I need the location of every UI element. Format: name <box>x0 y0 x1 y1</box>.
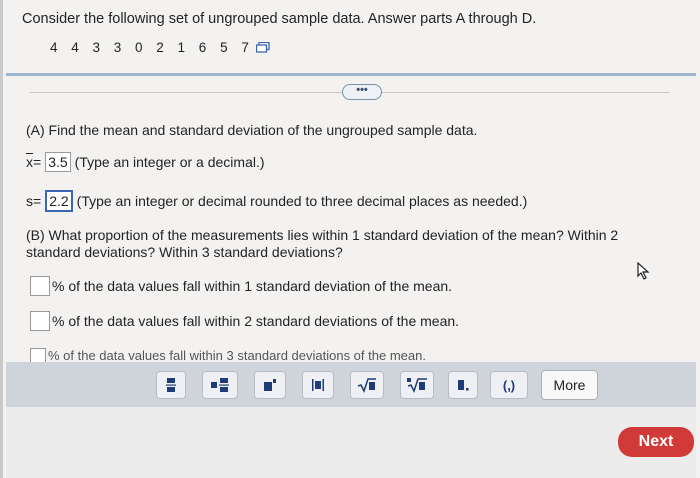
part-a-heading: (A) Find the mean and standard deviation… <box>26 122 478 138</box>
sd-answer-field[interactable]: 2.2 <box>45 190 73 212</box>
within-1sd-row: % of the data values fall within 1 stand… <box>30 276 452 296</box>
mean-equals: = <box>33 154 42 170</box>
within-3sd-row: % of the data values fall within 3 stand… <box>30 348 450 362</box>
copy-icon[interactable] <box>255 42 270 53</box>
sqrt-icon[interactable] <box>350 371 384 399</box>
mean-symbol: x <box>26 154 33 170</box>
next-button[interactable]: Next <box>618 427 694 457</box>
sd-hint: (Type an integer or decimal rounded to t… <box>76 193 528 209</box>
within-1sd-answer-field[interactable] <box>30 276 50 296</box>
sd-symbol: s <box>26 193 33 209</box>
dataset: 4 4 3 3 0 2 1 6 5 7 <box>50 40 270 55</box>
mean-hint: (Type an integer or a decimal.) <box>74 154 265 170</box>
more-button[interactable]: More <box>541 370 598 400</box>
within-2sd-label: % of the data values fall within 2 stand… <box>52 313 460 329</box>
interval-icon[interactable]: (,) <box>490 371 528 399</box>
sd-row: s = 2.2 (Type an integer or decimal roun… <box>26 190 527 212</box>
section-divider <box>6 73 696 76</box>
absolute-value-icon[interactable] <box>302 371 334 399</box>
dataset-values: 4 4 3 3 0 2 1 6 5 7 <box>50 40 254 55</box>
expand-toggle-button[interactable]: ••• <box>342 84 382 100</box>
footer-bar <box>6 407 696 478</box>
mean-row: x = 3.5 (Type an integer or a decimal.) <box>26 152 265 172</box>
question-prompt: Consider the following set of ungrouped … <box>22 11 537 27</box>
mixed-number-icon[interactable] <box>202 371 238 399</box>
decimal-icon[interactable] <box>448 371 478 399</box>
within-2sd-row: % of the data values fall within 2 stand… <box>30 311 459 331</box>
left-rule <box>0 0 3 478</box>
within-3sd-answer-field[interactable] <box>30 348 46 362</box>
exponent-icon[interactable] <box>254 371 286 399</box>
within-3sd-label: % of the data values fall within 3 stand… <box>48 348 426 362</box>
mean-answer-field[interactable]: 3.5 <box>45 152 71 172</box>
nth-root-icon[interactable] <box>400 371 434 399</box>
math-toolbar: (,) More <box>6 362 696 407</box>
sd-equals: = <box>33 193 42 209</box>
within-2sd-answer-field[interactable] <box>30 311 50 331</box>
mouse-cursor-icon <box>637 262 650 280</box>
fraction-icon[interactable] <box>156 371 186 399</box>
part-b-heading: (B) What proportion of the measurements … <box>26 227 619 260</box>
page: Consider the following set of ungrouped … <box>0 0 700 478</box>
within-1sd-label: % of the data values fall within 1 stand… <box>52 278 453 294</box>
